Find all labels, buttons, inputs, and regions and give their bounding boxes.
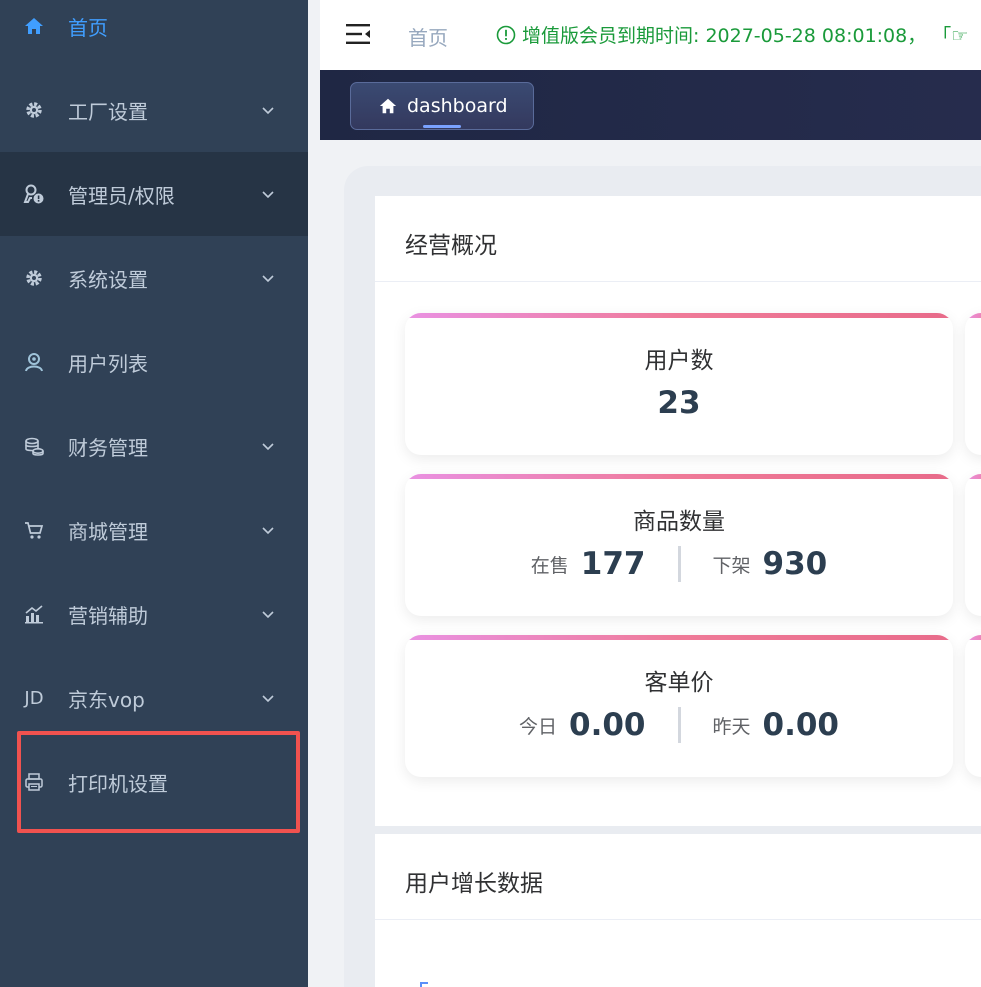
- sidebar-item-label: 首页: [68, 15, 108, 40]
- bar-chart-icon: [22, 602, 46, 626]
- stat-sub-label: 今日: [518, 715, 557, 738]
- stat-sub-label: 在售: [530, 554, 569, 577]
- sidebar-item-factory-settings[interactable]: 工厂设置: [0, 68, 308, 152]
- stat-value: 0.00: [762, 707, 840, 743]
- chevron-down-icon: [262, 611, 274, 619]
- notice-text: 增值版会员到期时间: 2027-05-28 08:01:08， 「☞: [522, 25, 969, 47]
- chevron-down-icon: [262, 107, 274, 115]
- stat-title: 客单价: [644, 670, 714, 696]
- top-navbar: 首页 增值版会员到期时间: 2027-05-28 08:01:08， 「☞: [320, 0, 981, 70]
- menu-fold-icon[interactable]: [346, 22, 372, 46]
- card-accent-bar: [965, 474, 981, 479]
- stat-card-partial: [965, 313, 981, 455]
- divider: [375, 919, 981, 920]
- info-circle-icon: [496, 25, 516, 44]
- sidebar: 首页 工厂设置 管理员/权限 系统设置 用户列表 财务管理 商城管理 营销辅助 …: [0, 0, 308, 987]
- panel-title: 用户增长数据: [405, 871, 543, 897]
- printer-icon: [22, 770, 46, 794]
- chevron-down-icon: [262, 191, 274, 199]
- stat-value: 0.00: [569, 707, 646, 743]
- stat-title: 商品数量: [633, 509, 725, 535]
- tag-dashboard[interactable]: dashboard: [350, 82, 534, 130]
- card-accent-bar: [405, 474, 953, 479]
- sidebar-item-label: 打印机设置: [68, 771, 168, 796]
- stat-separator: [677, 707, 681, 743]
- tags-view-bar: dashboard: [320, 70, 981, 140]
- stat-value: 177: [580, 546, 646, 582]
- sidebar-item-label: 工厂设置: [68, 99, 148, 124]
- coins-icon: [22, 434, 46, 458]
- sidebar-item-home[interactable]: 首页: [0, 0, 308, 68]
- stat-sub-label: 下架: [712, 554, 751, 577]
- stat-separator: [677, 546, 681, 582]
- stat-row: 在售 177 下架 930: [405, 546, 953, 582]
- sidebar-item-finance[interactable]: 财务管理: [0, 404, 308, 488]
- stat-card-partial: [965, 635, 981, 777]
- stat-card-partial: [965, 474, 981, 616]
- card-accent-bar: [965, 313, 981, 318]
- sidebar-item-admin-permissions[interactable]: 管理员/权限: [0, 152, 308, 236]
- sidebar-item-label: 京东vop: [68, 687, 145, 712]
- gear-icon: [22, 266, 46, 290]
- gear-icon: [22, 98, 46, 122]
- home-icon: [379, 98, 397, 114]
- user-group-icon: [22, 350, 46, 374]
- chevron-down-icon: [262, 695, 274, 703]
- stat-card-goods: 商品数量 在售 177 下架 930: [405, 474, 953, 616]
- home-icon: [22, 14, 46, 38]
- chevron-down-icon: [262, 275, 274, 283]
- sidebar-item-label: 系统设置: [68, 267, 148, 292]
- stat-card-users: 用户数 23: [405, 313, 953, 455]
- card-accent-bar: [405, 313, 953, 318]
- divider: [375, 281, 981, 282]
- chevron-down-icon: [262, 443, 274, 451]
- sidebar-item-jd-vop[interactable]: JD 京东vop: [0, 656, 308, 740]
- sidebar-item-user-list[interactable]: 用户列表: [0, 320, 308, 404]
- stat-row: 今日 0.00 昨天 0.00: [405, 707, 953, 743]
- sidebar-item-label: 商城管理: [68, 519, 148, 544]
- user-key-icon: [22, 182, 46, 206]
- breadcrumb[interactable]: 首页: [408, 22, 448, 51]
- stat-sub-label: 昨天: [712, 715, 751, 738]
- membership-notice: 增值版会员到期时间: 2027-05-28 08:01:08， 「☞: [496, 21, 968, 48]
- sidebar-item-mall[interactable]: 商城管理: [0, 488, 308, 572]
- sidebar-item-marketing[interactable]: 营销辅助: [0, 572, 308, 656]
- tag-active-indicator: [423, 125, 461, 128]
- stat-card-avg-order: 客单价 今日 0.00 昨天 0.00: [405, 635, 953, 777]
- sidebar-item-label: 用户列表: [68, 351, 148, 376]
- stat-value: 930: [762, 546, 828, 582]
- panel-title: 经营概况: [405, 233, 497, 259]
- stat-value: 23: [657, 385, 701, 421]
- tag-label: dashboard: [407, 95, 508, 117]
- sidebar-item-system-settings[interactable]: 系统设置: [0, 236, 308, 320]
- sidebar-item-label: 管理员/权限: [68, 183, 175, 208]
- chevron-down-icon: [262, 527, 274, 535]
- cart-icon: [22, 518, 46, 542]
- card-accent-bar: [405, 635, 953, 640]
- sidebar-item-printer-settings[interactable]: 打印机设置: [0, 740, 308, 824]
- sidebar-item-label: 营销辅助: [68, 603, 148, 628]
- chart-corner: [420, 982, 428, 987]
- card-accent-bar: [965, 635, 981, 640]
- jd-icon: JD: [24, 687, 44, 709]
- stat-title: 用户数: [644, 348, 714, 374]
- user-growth-panel: 用户增长数据: [375, 834, 981, 987]
- sidebar-item-label: 财务管理: [68, 435, 148, 460]
